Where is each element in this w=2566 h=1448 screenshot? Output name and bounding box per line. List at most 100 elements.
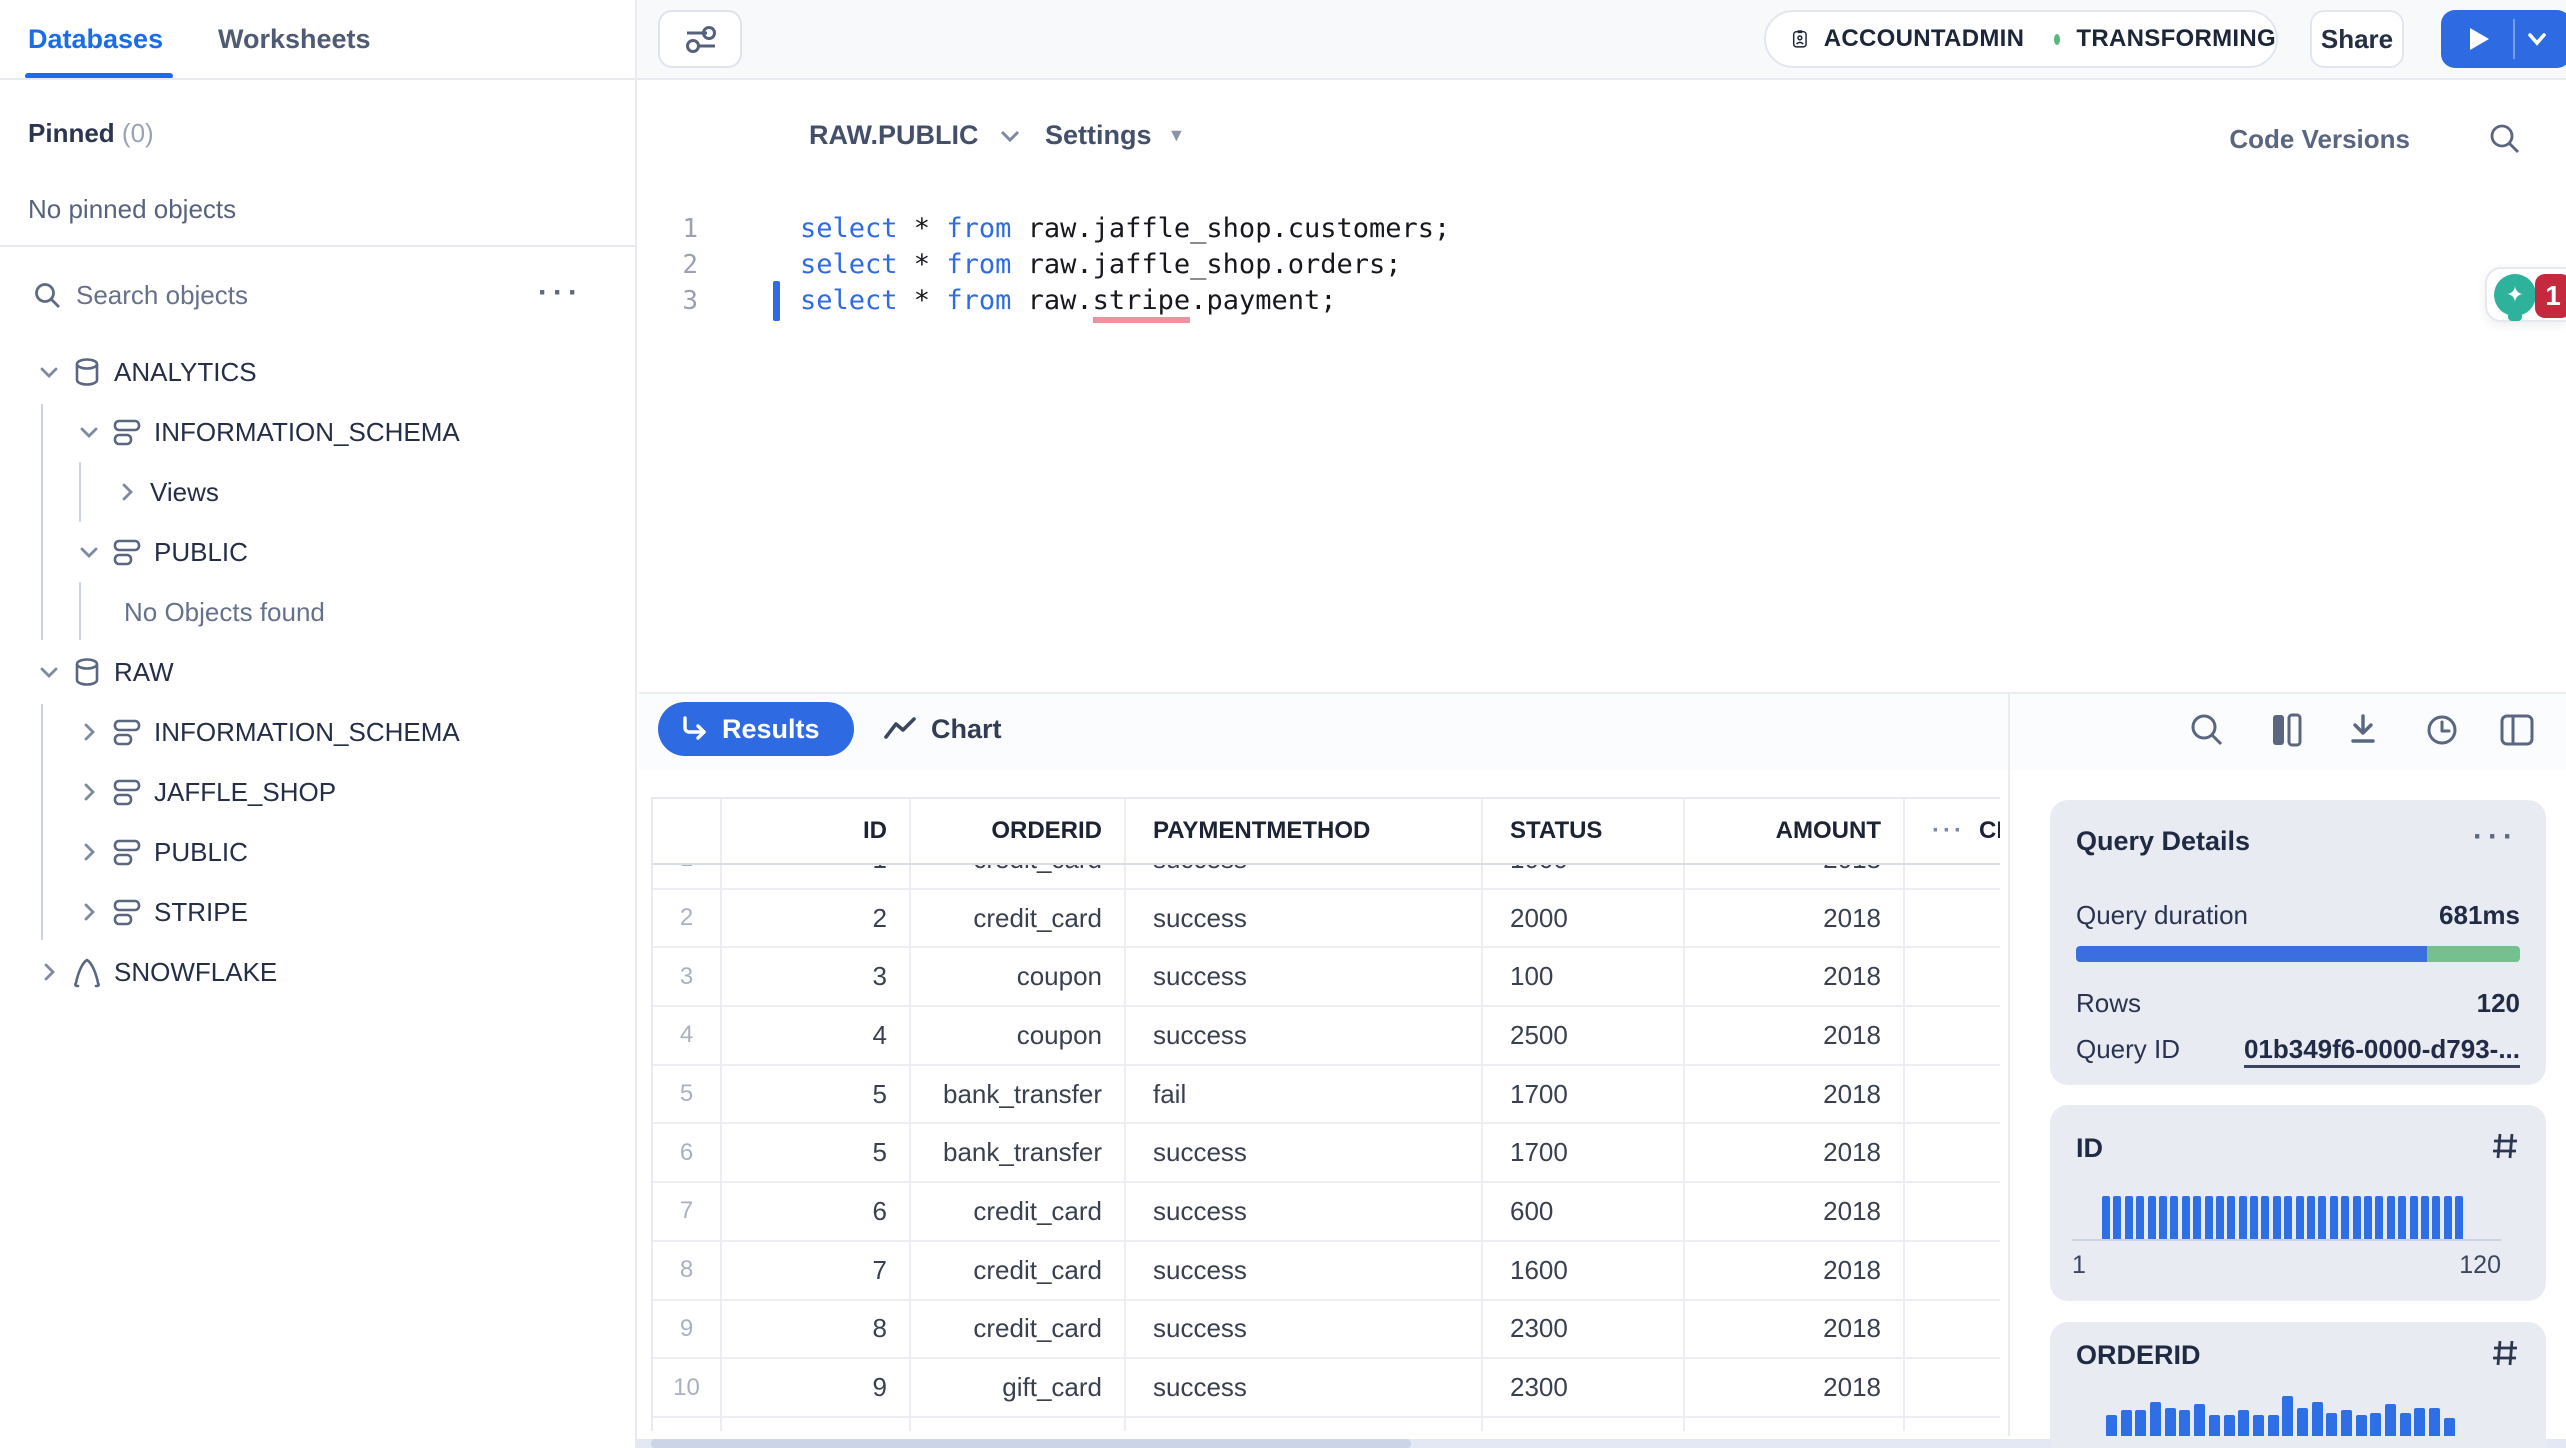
- tree-item-public[interactable]: PUBLIC: [0, 522, 635, 582]
- card-title: ID: [2076, 1133, 2103, 1163]
- table-cell: 8: [722, 1300, 911, 1358]
- split-panel-icon[interactable]: [2495, 708, 2539, 752]
- table-row[interactable]: 9 8 credit_card success 2300 2018: [653, 1300, 2000, 1360]
- tab-results[interactable]: Results: [658, 702, 854, 756]
- tree-item-information-schema[interactable]: INFORMATION_SCHEMA: [0, 702, 635, 762]
- table-row[interactable]: 6 5 bank_transfer success 1700 2018: [653, 1124, 2000, 1184]
- column-header-paymentmethod[interactable]: PAYMENTMETHOD: [1126, 799, 1483, 863]
- table-row[interactable]: 10 9 gift_card success 2300 2018: [653, 1359, 2000, 1418]
- axis-max-label: 120: [2459, 1251, 2501, 1279]
- chevron-right-icon[interactable]: [76, 899, 102, 925]
- code-lines[interactable]: select * from raw.jaffle_shop.customers;…: [773, 211, 2476, 323]
- query-id-link[interactable]: 01b349f6-0000-d793-...: [2243, 1034, 2520, 1068]
- chevron-right-icon[interactable]: [114, 479, 140, 505]
- histogram-bar: [2223, 1415, 2235, 1436]
- search-icon[interactable]: [2185, 708, 2229, 752]
- histogram-bar: [2102, 1196, 2110, 1239]
- context-selector[interactable]: ACCOUNTADMIN TRANSFORMING: [1764, 10, 2278, 68]
- table-cell: success: [1126, 1007, 1483, 1064]
- filters-button[interactable]: [658, 10, 742, 68]
- search-input[interactable]: Search objects: [76, 280, 248, 311]
- tree-item-stripe[interactable]: STRIPE: [0, 882, 635, 942]
- query-duration-value: 681ms: [2439, 900, 2520, 930]
- table-row[interactable]: 8 7 credit_card success 1600 2018: [653, 1241, 2000, 1301]
- histogram-bar: [2208, 1415, 2220, 1436]
- code-line[interactable]: select * from raw.jaffle_shop.orders;: [800, 247, 2476, 283]
- editor-search-icon[interactable]: [2488, 122, 2522, 156]
- histogram-bar: [2432, 1196, 2441, 1239]
- histogram-bar: [2124, 1196, 2133, 1239]
- vertical-scrollbar[interactable]: [2008, 694, 2010, 1436]
- column-header-status[interactable]: STATUS: [1483, 799, 1685, 863]
- tab-databases[interactable]: Databases: [28, 24, 163, 55]
- chevron-right-icon[interactable]: [76, 719, 102, 745]
- column-header-orderid[interactable]: ORDERID: [911, 799, 1126, 863]
- tree-item-analytics[interactable]: ANALYTICS: [0, 342, 635, 402]
- histogram-bar: [2443, 1418, 2455, 1436]
- table-cell: 5: [722, 1065, 911, 1123]
- tree-item-public[interactable]: PUBLIC: [0, 822, 635, 882]
- chevron-down-icon[interactable]: [76, 419, 102, 445]
- histogram-bar: [2194, 1404, 2206, 1436]
- histogram-bar: [2341, 1196, 2350, 1239]
- sql-text: *: [897, 213, 947, 244]
- code-line[interactable]: select * from raw.stripe.payment;: [773, 281, 2476, 323]
- database-context-dropdown[interactable]: RAW.PUBLIC: [809, 120, 1023, 151]
- histogram-bar: [2135, 1410, 2147, 1436]
- tab-chart[interactable]: Chart: [883, 702, 1002, 756]
- table-row[interactable]: 2 2 credit_card success 2000 2018: [653, 889, 2000, 949]
- table-cell: 2000: [1483, 889, 1685, 947]
- scrollbar-thumb[interactable]: [651, 1439, 1411, 1448]
- table-row[interactable]: 5 5 bank_transfer fail 1700 2018: [653, 1065, 2000, 1125]
- share-button[interactable]: Share: [2310, 10, 2404, 68]
- table-row[interactable]: 4 4 coupon success 2500 2018: [653, 1007, 2000, 1066]
- column-header-created[interactable]: ··· CREATED: [1905, 799, 2000, 863]
- chart-line-icon: [884, 717, 916, 739]
- settings-dropdown[interactable]: Settings ▼: [1045, 120, 1185, 151]
- table-row[interactable]: 3 3 coupon success 100 2018: [653, 948, 2000, 1008]
- chevron-right-icon[interactable]: [36, 959, 62, 985]
- tree-item-information-schema[interactable]: INFORMATION_SCHEMA: [0, 402, 635, 462]
- histogram-bar: [2215, 1196, 2224, 1239]
- warehouse-status-dot: [2054, 33, 2061, 45]
- results-table[interactable]: ID ORDERID PAYMENTMETHOD STATUS AMOUNT ··· CRE…: [651, 797, 2000, 1431]
- table-row[interactable]: 7 6 credit_card success 600 2018: [653, 1183, 2000, 1242]
- more-dots-icon[interactable]: ···: [538, 276, 583, 310]
- download-icon[interactable]: [2341, 708, 2385, 752]
- query-duration-label: Query duration: [2076, 900, 2248, 930]
- assistant-suggestion-widget[interactable]: ✦ 1: [2485, 267, 2566, 322]
- chevron-down-icon[interactable]: [2524, 26, 2550, 52]
- table-row[interactable]: 11credit_cardsuccess10002018: [653, 865, 2000, 890]
- table-cell: 2018: [1685, 1124, 1905, 1182]
- sql-text: raw.jaffle_shop.customers;: [1011, 213, 1451, 244]
- table-body-viewport[interactable]: 11credit_cardsuccess1000201822credit_car…: [653, 865, 2000, 1431]
- run-button[interactable]: [2441, 10, 2566, 68]
- more-dots-icon[interactable]: ···: [2473, 820, 2518, 854]
- chevron-right-icon[interactable]: [76, 839, 102, 865]
- sql-keyword: from: [946, 285, 1012, 316]
- table-row[interactable]: [653, 1417, 2000, 1431]
- row-number-header[interactable]: [653, 799, 722, 863]
- tree-item-jaffle-shop[interactable]: JAFFLE_SHOP: [0, 762, 635, 822]
- row-number-cell: 5: [653, 1065, 722, 1123]
- tree-item-raw[interactable]: RAW: [0, 642, 635, 702]
- column-menu-dots-icon[interactable]: ···: [1932, 817, 1965, 845]
- column-stats-card-orderid[interactable]: ORDERID: [2050, 1322, 2546, 1448]
- column-header-id[interactable]: ID: [722, 799, 911, 863]
- column-stats-card-id[interactable]: ID 1 120: [2050, 1105, 2546, 1301]
- sql-text: *: [897, 249, 947, 280]
- column-header-amount[interactable]: AMOUNT: [1685, 799, 1905, 863]
- chevron-down-icon[interactable]: [36, 659, 62, 685]
- tree-item-views[interactable]: Views: [0, 462, 635, 522]
- sql-editor[interactable]: RAW.PUBLIC Settings ▼ Code Versions 1 2 3 s…: [639, 80, 2566, 692]
- code-line[interactable]: select * from raw.jaffle_shop.customers;: [800, 211, 2476, 247]
- history-icon[interactable]: [2420, 708, 2464, 752]
- code-versions-button[interactable]: Code Versions: [2229, 124, 2410, 155]
- object-search[interactable]: Search objects ···: [0, 268, 635, 324]
- tree-item-snowflake[interactable]: SNOWFLAKE: [0, 942, 635, 1002]
- chevron-right-icon[interactable]: [76, 779, 102, 805]
- chevron-down-icon[interactable]: [36, 359, 62, 385]
- chevron-down-icon[interactable]: [76, 539, 102, 565]
- tab-worksheets[interactable]: Worksheets: [218, 24, 371, 55]
- columns-icon[interactable]: [2265, 708, 2309, 752]
